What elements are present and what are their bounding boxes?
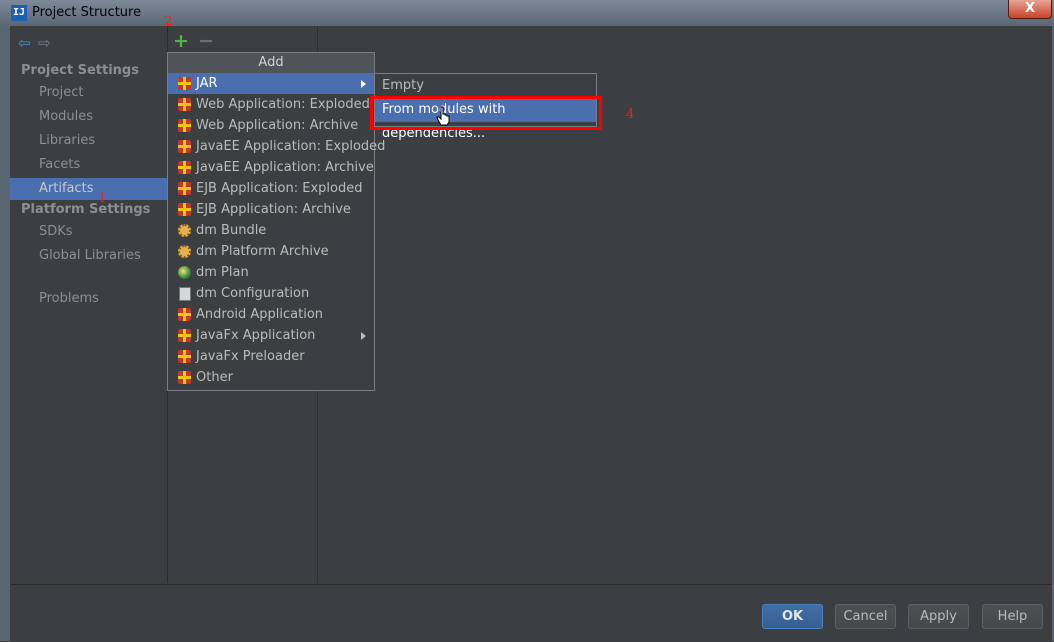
window-title: Project Structure: [32, 5, 142, 20]
annotation-2: 2: [164, 14, 173, 29]
menu-item-dm-platform-archive[interactable]: dm Platform Archive: [168, 241, 374, 262]
gear-icon: [178, 245, 191, 258]
menu-item-javaee-archive[interactable]: JavaEE Application: Archive: [168, 157, 374, 178]
sidebar-item-libraries[interactable]: Libraries: [10, 130, 167, 152]
menu-item-javafx-application[interactable]: JavaFx Application: [168, 325, 374, 346]
gift-icon: [178, 308, 191, 321]
window-frame-left: [0, 26, 10, 641]
help-button[interactable]: Help: [982, 604, 1043, 629]
sidebar-item-sdks[interactable]: SDKs: [10, 221, 167, 243]
gift-icon: [178, 77, 191, 90]
menu-item-dm-plan[interactable]: dm Plan: [168, 262, 374, 283]
forward-arrow-icon[interactable]: ⇨: [38, 34, 58, 52]
add-popup-menu: Add JAR Web Application: Exploded Web Ap…: [167, 52, 385, 391]
gift-icon: [178, 161, 191, 174]
sidebar-item-global-libraries[interactable]: Global Libraries: [10, 245, 167, 267]
annotation-1: 1: [98, 191, 107, 206]
document-icon: [179, 287, 191, 301]
sidebar-item-project[interactable]: Project: [10, 82, 167, 104]
close-window-button[interactable]: X: [1008, 0, 1052, 19]
orb-icon: [178, 266, 191, 279]
menu-item-other[interactable]: Other: [168, 367, 374, 388]
gift-icon: [178, 119, 191, 132]
gift-icon: [178, 329, 191, 342]
settings-sidebar: ⇦ ⇨ Project Settings Project Modules Libr…: [10, 26, 168, 583]
ok-button[interactable]: OK: [762, 604, 823, 629]
apply-button[interactable]: Apply: [908, 604, 969, 629]
cancel-button[interactable]: Cancel: [835, 604, 896, 629]
submenu-item-empty[interactable]: Empty: [375, 74, 596, 98]
intellij-app-icon: IJ: [11, 5, 27, 21]
nav-arrows: ⇦ ⇨: [18, 34, 58, 52]
menu-item-ejb-archive[interactable]: EJB Application: Archive: [168, 199, 374, 220]
project-settings-header: Project Settings: [21, 63, 139, 78]
add-artifact-icon[interactable]: +: [173, 30, 189, 52]
submenu-arrow-icon: [361, 332, 366, 340]
menu-item-jar[interactable]: JAR: [168, 73, 374, 94]
add-menu-title: Add: [168, 53, 374, 73]
menu-item-javaee-exploded[interactable]: JavaEE Application: Exploded: [168, 136, 385, 157]
menu-item-ejb-exploded[interactable]: EJB Application: Exploded: [168, 178, 374, 199]
menu-item-web-archive[interactable]: Web Application: Archive: [168, 115, 374, 136]
sidebar-item-problems[interactable]: Problems: [10, 288, 167, 310]
menu-item-javafx-preloader[interactable]: JavaFx Preloader: [168, 346, 374, 367]
gear-icon: [178, 224, 191, 237]
platform-settings-header: Platform Settings: [21, 202, 151, 217]
remove-artifact-icon[interactable]: −: [198, 30, 214, 52]
submenu-arrow-icon: [361, 80, 366, 88]
sidebar-item-facets[interactable]: Facets: [10, 154, 167, 176]
gift-icon: [178, 140, 191, 153]
menu-item-web-exploded[interactable]: Web Application: Exploded: [168, 94, 374, 115]
hand-cursor-icon: [436, 106, 450, 126]
gift-icon: [178, 371, 191, 384]
gift-icon: [178, 182, 191, 195]
menu-item-dm-bundle[interactable]: dm Bundle: [168, 220, 374, 241]
gift-icon: [178, 98, 191, 111]
sidebar-item-artifacts[interactable]: Artifacts: [10, 178, 167, 200]
highlight-box: [370, 96, 602, 130]
title-bar: IJ Project Structure X: [0, 0, 1054, 26]
annotation-4: 4: [626, 107, 635, 122]
menu-item-android-application[interactable]: Android Application: [168, 304, 374, 325]
back-arrow-icon[interactable]: ⇦: [18, 34, 38, 52]
gift-icon: [178, 350, 191, 363]
gift-icon: [178, 203, 191, 216]
sidebar-item-modules[interactable]: Modules: [10, 106, 167, 128]
menu-item-dm-configuration[interactable]: dm Configuration: [168, 283, 374, 304]
